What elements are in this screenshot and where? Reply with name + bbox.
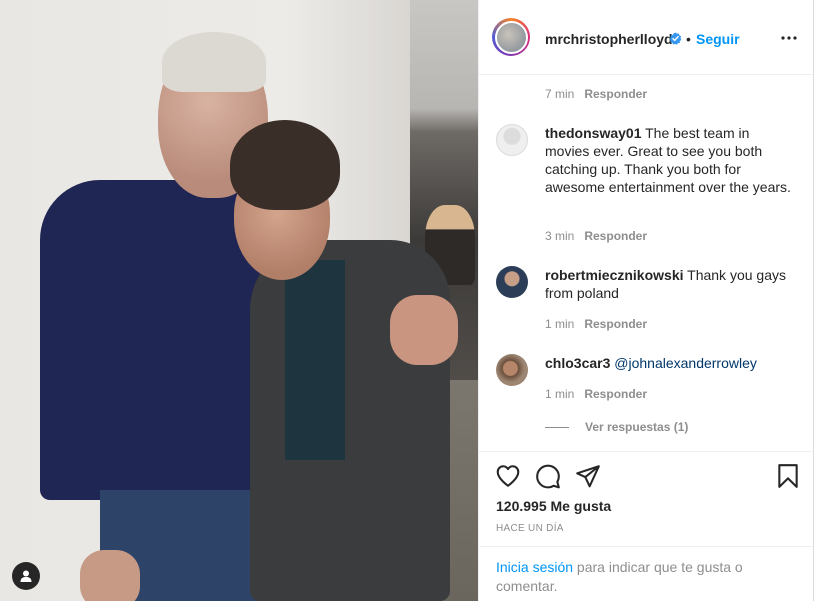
- reply-button[interactable]: Responder: [584, 387, 647, 401]
- tagged-user-icon[interactable]: [12, 562, 40, 590]
- post-actions: 120.995 Me gusta HACE UN DÍA Inicia sesi…: [479, 451, 813, 602]
- reply-button[interactable]: Responder: [584, 87, 647, 101]
- comment-time: 3 min: [545, 229, 575, 243]
- login-link[interactable]: Inicia sesión: [496, 559, 573, 575]
- share-icon[interactable]: [575, 463, 601, 489]
- post-header: mrchristopherlloyd • Seguir: [479, 0, 813, 75]
- bookmark-icon[interactable]: [775, 463, 801, 489]
- comment-item: robertmiecznikowski Thank you gays from …: [545, 266, 795, 302]
- heart-icon[interactable]: [495, 463, 521, 489]
- comment-username[interactable]: chlo3car3: [545, 355, 610, 371]
- login-text: Inicia sesión para indicar que te gusta …: [496, 558, 786, 596]
- commenter-avatar[interactable]: [496, 266, 528, 298]
- reply-button[interactable]: Responder: [584, 317, 647, 331]
- comment-meta: 1 min Responder: [545, 387, 647, 401]
- follow-button[interactable]: Seguir: [696, 31, 740, 47]
- post-photo[interactable]: [0, 0, 478, 601]
- comment-meta: 1 min Responder: [545, 317, 647, 331]
- comment-item: thedonsway01 The best team in movies eve…: [545, 124, 795, 196]
- comment-item: chlo3car3 @johnalexanderrowley: [545, 354, 795, 372]
- view-replies-button[interactable]: Ver respuestas (1): [585, 420, 688, 434]
- comment-username[interactable]: thedonsway01: [545, 125, 641, 141]
- verified-badge-icon: [669, 32, 682, 45]
- post-timestamp[interactable]: HACE UN DÍA: [496, 523, 564, 534]
- comment-meta: 7 min Responder: [545, 87, 647, 101]
- author-avatar[interactable]: [492, 18, 530, 56]
- author-username[interactable]: mrchristopherlloyd: [545, 31, 673, 47]
- comment-username[interactable]: robertmiecznikowski: [545, 267, 684, 283]
- header-separator: •: [686, 31, 691, 47]
- reply-button[interactable]: Responder: [584, 229, 647, 243]
- commenter-avatar[interactable]: [496, 354, 528, 386]
- more-options-icon[interactable]: [779, 30, 799, 46]
- comment-time: 1 min: [545, 387, 575, 401]
- comment-icon[interactable]: [535, 463, 561, 489]
- comment-mention[interactable]: @johnalexanderrowley: [614, 355, 757, 371]
- commenter-avatar[interactable]: [496, 124, 528, 156]
- photo-hand: [390, 295, 458, 365]
- login-prompt: Inicia sesión para indicar que te gusta …: [479, 546, 813, 603]
- comment-time: 1 min: [545, 317, 575, 331]
- post-side-panel: mrchristopherlloyd • Seguir 7 min Respond…: [478, 0, 814, 601]
- comments-list[interactable]: 7 min Responder thedonsway01 The best tea…: [479, 75, 813, 450]
- comment-meta: 3 min Responder: [545, 229, 647, 243]
- comment-time: 7 min: [545, 87, 575, 101]
- replies-divider: [545, 427, 569, 428]
- likes-count[interactable]: 120.995 Me gusta: [496, 498, 611, 514]
